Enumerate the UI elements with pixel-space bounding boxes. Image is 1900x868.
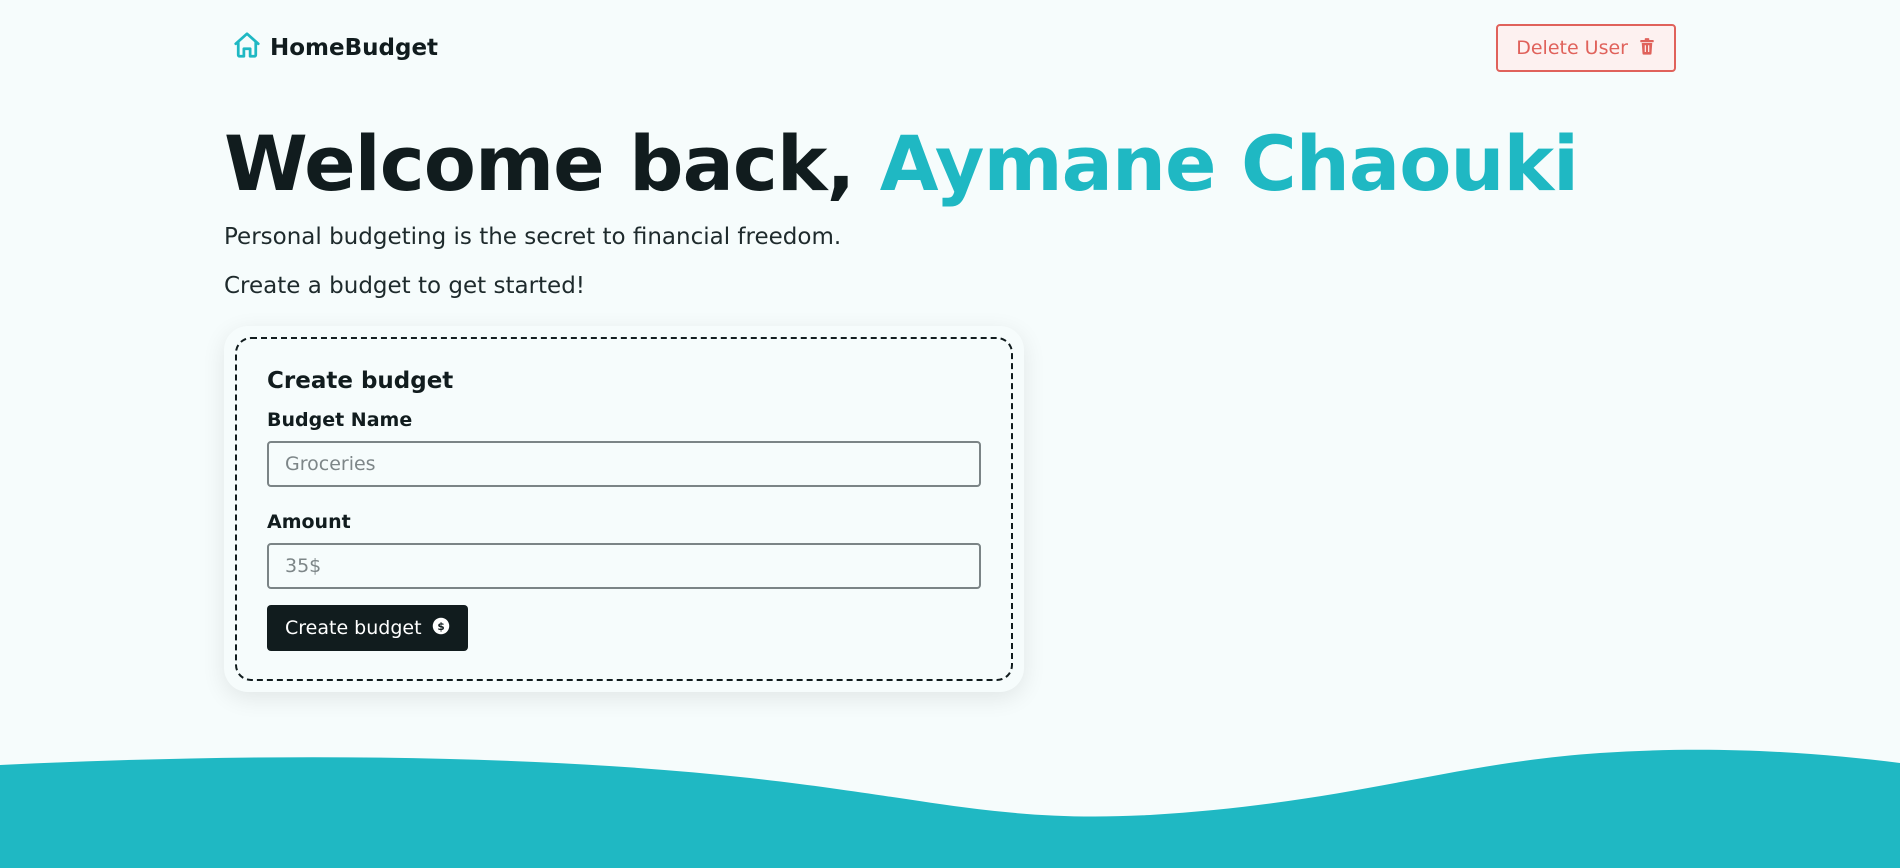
page: HomeBudget Delete User Welcome back, Aym… bbox=[0, 0, 1900, 868]
dollar-circle-icon: $ bbox=[432, 617, 450, 640]
delete-user-button[interactable]: Delete User bbox=[1496, 24, 1676, 72]
navbar: HomeBudget Delete User bbox=[224, 24, 1676, 72]
welcome-heading: Welcome back, Aymane Chaouki bbox=[224, 118, 1579, 210]
hero-section: Welcome back, Aymane Chaouki Personal bu… bbox=[224, 118, 1579, 301]
create-budget-button-label: Create budget bbox=[285, 617, 422, 639]
create-budget-title: Create budget bbox=[267, 368, 454, 394]
amount-label: Amount bbox=[267, 511, 351, 533]
trash-icon bbox=[1638, 37, 1656, 60]
home-icon bbox=[232, 30, 262, 66]
amount-input[interactable] bbox=[267, 543, 981, 589]
brand-name: HomeBudget bbox=[270, 35, 439, 61]
get-started-prompt: Create a budget to get started! bbox=[224, 273, 586, 299]
svg-text:$: $ bbox=[437, 620, 444, 632]
delete-user-label: Delete User bbox=[1516, 37, 1628, 59]
welcome-greeting: Welcome back, bbox=[224, 119, 880, 208]
user-name: Aymane Chaouki bbox=[879, 119, 1579, 208]
create-budget-button[interactable]: Create budget $ bbox=[267, 605, 468, 651]
create-budget-form: Create budget Budget Name Amount Create … bbox=[235, 337, 1013, 681]
decorative-wave bbox=[0, 749, 1900, 868]
create-budget-card: Create budget Budget Name Amount Create … bbox=[224, 326, 1024, 692]
tagline: Personal budgeting is the secret to fina… bbox=[224, 224, 842, 250]
budget-name-input[interactable] bbox=[267, 441, 981, 487]
budget-name-label: Budget Name bbox=[267, 409, 413, 431]
brand-link[interactable]: HomeBudget bbox=[224, 30, 438, 66]
